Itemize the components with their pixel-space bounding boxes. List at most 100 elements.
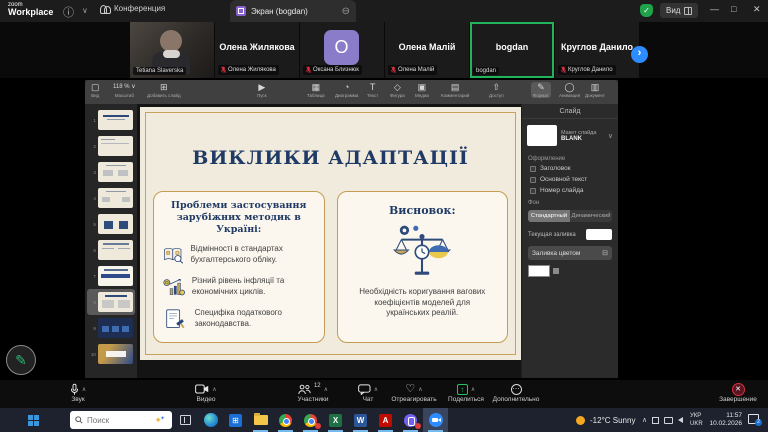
taskbar-clock[interactable]: 11:57 10.02.2026: [708, 412, 742, 428]
collapse-icon[interactable]: ⊖: [342, 6, 350, 17]
next-participants-button[interactable]: ›: [631, 46, 648, 63]
conclusion-box: Висновок:: [337, 191, 509, 343]
ppt-text-button[interactable]: TТекст: [367, 82, 378, 98]
current-fill-swatch[interactable]: [586, 229, 612, 240]
ppt-chart-button[interactable]: ◔Диаграмма: [335, 82, 358, 98]
task-view-button[interactable]: [180, 415, 191, 425]
chrome-profile-app-icon[interactable]: [298, 408, 323, 432]
slide-thumbnail[interactable]: 9: [87, 315, 135, 341]
color-picker-icon[interactable]: [553, 268, 559, 274]
slide-thumbnail[interactable]: 7: [87, 263, 135, 289]
file-explorer-app-icon[interactable]: [248, 408, 273, 432]
participants-button[interactable]: 12 ∧ Участники: [284, 382, 342, 403]
slide-layout-selector[interactable]: Макет слайда BLANK ∨: [522, 119, 618, 152]
display-icon[interactable]: [664, 417, 673, 424]
tray-app-icon[interactable]: [652, 417, 659, 424]
audio-button[interactable]: ∧ Звук: [56, 382, 100, 403]
weather-sun-icon[interactable]: [576, 416, 585, 425]
list-item: A B Відмінності в стандартах бухгалтерсь…: [163, 242, 315, 268]
slide-thumbnail[interactable]: 1: [87, 107, 135, 133]
chrome-app-icon[interactable]: [273, 408, 298, 432]
taskbar-search[interactable]: ✦✦: [70, 411, 172, 429]
participant-tile[interactable]: Олена Малій Олена Малій: [385, 22, 469, 78]
tax-law-icon: [163, 306, 188, 332]
checkbox-icon: [530, 188, 536, 194]
ppt-shape-button[interactable]: ◇Фигура: [390, 82, 405, 98]
viber-app-icon[interactable]: [398, 408, 423, 432]
word-app-icon[interactable]: W: [348, 408, 373, 432]
security-shield-icon[interactable]: ✓: [640, 4, 653, 17]
annotate-button[interactable]: ✎: [6, 345, 36, 375]
fill-color-dropdown[interactable]: Заливка цветом ⊟: [528, 246, 612, 260]
list-item: Специфіка податкового законодавства.: [163, 306, 315, 332]
minimize-button[interactable]: —: [710, 4, 719, 14]
slide-thumbnail-selected[interactable]: 8: [87, 289, 135, 315]
current-slide[interactable]: ВИКЛИКИ АДАПТАЦІЇ Проблеми застосування …: [140, 107, 521, 360]
edge-app-icon[interactable]: [198, 408, 223, 432]
ppt-zoom-control[interactable]: 118 % ∨Масштаб: [113, 82, 136, 98]
tab-meeting[interactable]: Конференция: [100, 4, 165, 13]
store-app-icon[interactable]: ⊞: [223, 408, 248, 432]
view-button[interactable]: Вид: [660, 3, 698, 18]
ppt-media-button[interactable]: ▣Медиа: [415, 82, 429, 98]
bg-standard-option[interactable]: Стандартный: [528, 210, 570, 222]
maximize-button[interactable]: □: [731, 4, 736, 14]
slide-thumbnail[interactable]: 5: [87, 211, 135, 237]
video-button[interactable]: ∧ Видео: [184, 382, 228, 403]
checkbox-body-text[interactable]: Основной текст: [522, 174, 618, 185]
participant-tile[interactable]: Олена Жилякова Олена Жилякова: [215, 22, 299, 78]
chevron-up-icon[interactable]: ∧: [374, 386, 378, 393]
chevron-up-icon[interactable]: ∧: [471, 386, 475, 393]
color-swatch[interactable]: [528, 265, 550, 277]
language-indicator[interactable]: УКР UKR: [690, 412, 703, 428]
collapse-icon: ⊟: [602, 249, 608, 257]
acrobat-app-icon[interactable]: A: [373, 408, 398, 432]
chevron-up-icon[interactable]: ∧: [82, 386, 86, 393]
ppt-add-slide-button[interactable]: ⊞Добавить слайд: [147, 82, 181, 98]
start-button[interactable]: [28, 415, 39, 426]
action-center-button[interactable]: 2: [748, 414, 759, 424]
chevron-up-icon[interactable]: ∧: [418, 386, 422, 393]
speaker-icon[interactable]: [678, 417, 683, 423]
share-screen-icon: ↑: [457, 384, 468, 395]
tray-expand-icon[interactable]: ∧: [642, 416, 647, 424]
scale-ukraine-icon: [391, 224, 453, 278]
slide-thumbnail[interactable]: 6: [87, 237, 135, 263]
ppt-tab-animation[interactable]: ◯Анимация: [559, 82, 580, 98]
ppt-tab-format[interactable]: ✎Формат: [531, 82, 551, 98]
participant-tile-video[interactable]: Tetiana Slaverska: [130, 22, 214, 78]
chevron-up-icon[interactable]: ∧: [212, 386, 216, 393]
chevron-up-icon[interactable]: ∧: [324, 386, 328, 393]
heart-icon: ♡: [405, 384, 415, 395]
search-input[interactable]: [87, 416, 150, 425]
ppt-comment-button[interactable]: ▤Комментарий: [441, 82, 469, 98]
ppt-view-button[interactable]: ▢Вид: [91, 82, 100, 98]
ppt-access-button[interactable]: ⇧Доступ: [489, 82, 504, 98]
checkbox-slide-number[interactable]: Номер слайда: [522, 185, 618, 196]
checkbox-title[interactable]: Заголовок: [522, 163, 618, 174]
info-icon[interactable]: ⓘ: [63, 4, 74, 20]
participant-tile[interactable]: О Оксана Близнюк: [300, 22, 384, 78]
slide-thumbnail[interactable]: 10: [87, 341, 135, 367]
tab-shared-screen[interactable]: Экран (bogdan) ⊖: [230, 0, 356, 22]
chevron-down-icon[interactable]: ∨: [82, 6, 88, 15]
zoom-app-icon[interactable]: [423, 408, 448, 432]
react-button[interactable]: ♡ ∧ Отреагировать: [384, 382, 444, 403]
share-screen-button[interactable]: ↑ ∧ Поделиться: [440, 382, 492, 403]
webcam-person-collar: [163, 50, 180, 58]
end-meeting-button[interactable]: ✕ Завершение: [712, 382, 764, 403]
ppt-play-button[interactable]: ▶Пуск: [257, 82, 267, 98]
bg-dynamic-option[interactable]: Динамический: [570, 210, 612, 222]
slide-thumbnail[interactable]: 3: [87, 159, 135, 185]
slide-thumbnail[interactable]: 2: [87, 133, 135, 159]
participant-tile[interactable]: Круглов Данило Круглов Данило: [555, 22, 639, 78]
weather-widget[interactable]: -12°C Sunny: [590, 416, 635, 425]
close-button[interactable]: ✕: [753, 4, 761, 15]
end-meeting-icon: ✕: [732, 383, 745, 396]
ppt-table-button[interactable]: ▦Таблица: [307, 82, 325, 98]
more-button[interactable]: ⋯ Дополнительно: [486, 382, 546, 403]
slide-thumbnail[interactable]: 4: [87, 185, 135, 211]
ppt-tab-document[interactable]: ▥Документ: [585, 82, 605, 98]
participant-tile-active-speaker[interactable]: bogdan bogdan: [470, 22, 554, 78]
excel-app-icon[interactable]: X: [323, 408, 348, 432]
